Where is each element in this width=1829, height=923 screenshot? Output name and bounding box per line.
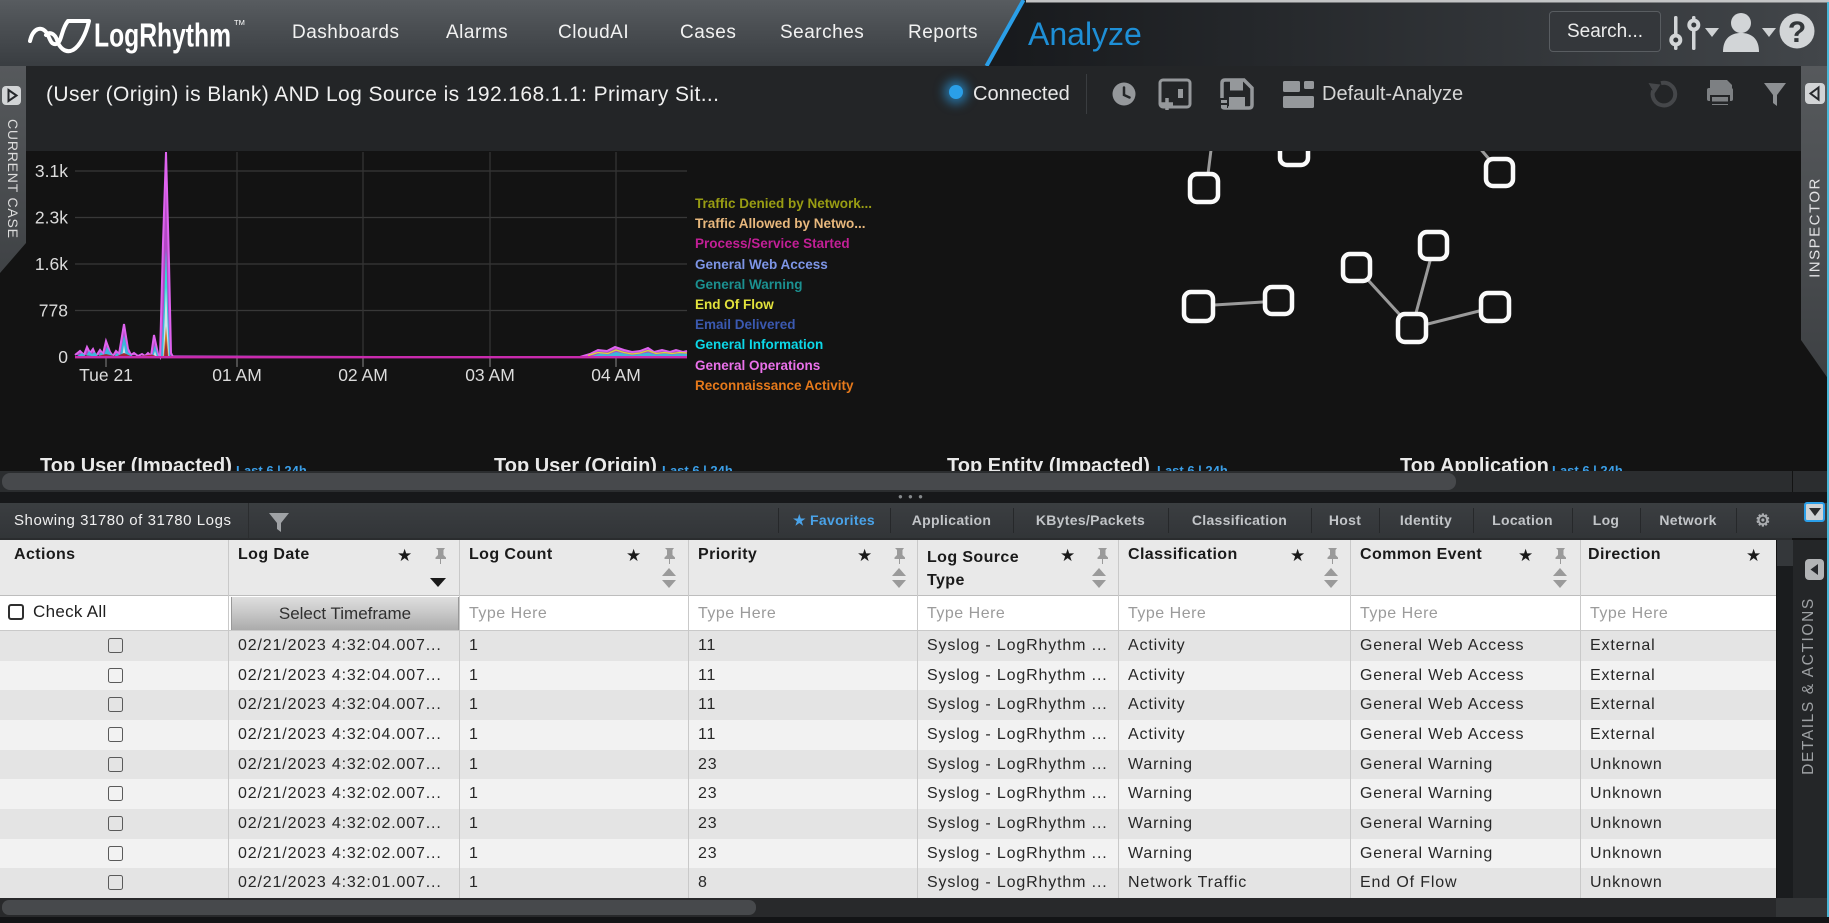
svg-text:TM: TM (234, 18, 245, 27)
svg-text:0: 0 (58, 347, 68, 367)
svg-text:01 AM: 01 AM (212, 365, 262, 385)
svg-text:04 AM: 04 AM (591, 365, 641, 385)
svg-text:2.3k: 2.3k (35, 208, 68, 228)
svg-text:778: 778 (39, 301, 68, 321)
svg-text:?: ? (1788, 16, 1806, 49)
svg-text:03 AM: 03 AM (465, 365, 515, 385)
svg-text:LogRhythm: LogRhythm (94, 17, 231, 54)
svg-text:1.6k: 1.6k (35, 254, 68, 274)
svg-text:3.1k: 3.1k (35, 161, 68, 181)
svg-text:02 AM: 02 AM (338, 365, 388, 385)
svg-text:Tue 21: Tue 21 (79, 365, 133, 385)
